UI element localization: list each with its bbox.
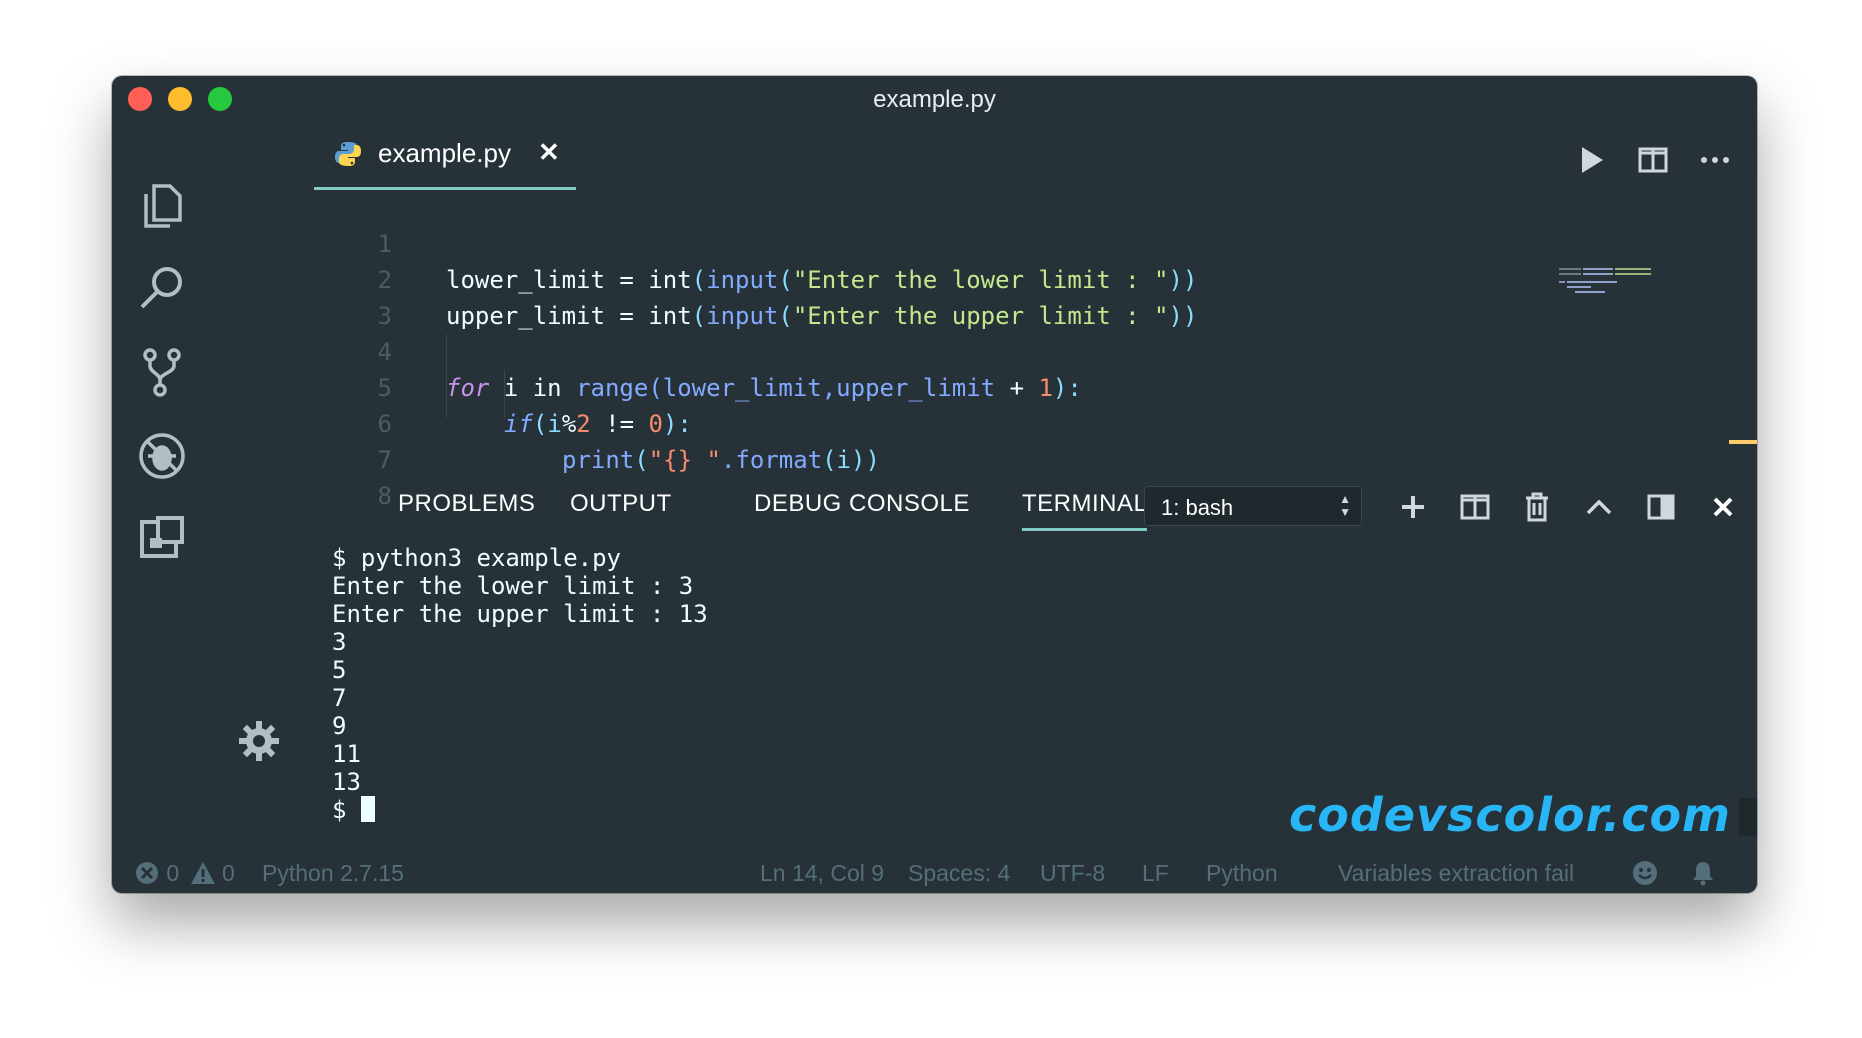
activity-bar xyxy=(112,120,212,859)
tab-problems[interactable]: PROBLEMS xyxy=(398,490,535,518)
split-terminal-icon[interactable] xyxy=(1458,490,1492,524)
terminal-line: 7 xyxy=(332,684,347,712)
tab-terminal[interactable]: TERMINAL xyxy=(1022,490,1148,531)
editor-window: example.py example.py ✕ 1 lower_limit = … xyxy=(112,76,1757,893)
editor-actions xyxy=(1573,142,1743,178)
code-line: 1 lower_limit = int(input("Enter the low… xyxy=(212,190,1412,294)
terminal-line: 5 xyxy=(332,656,347,684)
terminal-select[interactable]: 1: bash ▲ ▼ xyxy=(1144,486,1362,526)
terminal-line: Enter the lower limit : 3 xyxy=(332,572,694,600)
gear-icon[interactable] xyxy=(236,718,282,764)
plus-icon[interactable] xyxy=(1396,490,1430,524)
source-control-icon[interactable] xyxy=(136,346,188,398)
line-ending[interactable]: LF xyxy=(1142,860,1169,887)
title-bar: example.py xyxy=(112,76,1757,120)
run-icon[interactable] xyxy=(1573,142,1609,178)
more-icon[interactable] xyxy=(1697,142,1733,178)
tab-example-py[interactable]: example.py ✕ xyxy=(314,120,576,190)
python-interpreter[interactable]: Python 2.7.15 xyxy=(262,860,404,887)
warning-count: 0 xyxy=(221,860,235,886)
status-message: Variables extraction fail xyxy=(1338,860,1575,886)
extensions-icon[interactable] xyxy=(136,512,188,564)
tab-label: example.py xyxy=(378,138,511,168)
code-line: 6 print("{} ".format(i)) xyxy=(212,370,1412,474)
terminal-output[interactable]: $ python3 example.py Enter the lower limi… xyxy=(332,544,708,824)
code-editor[interactable]: 1 lower_limit = int(input("Enter the low… xyxy=(212,190,1757,510)
terminal-line: 9 xyxy=(332,712,347,740)
indentation[interactable]: Spaces: 4 xyxy=(908,860,1010,887)
close-tab-icon[interactable]: ✕ xyxy=(538,137,560,168)
window-title: example.py xyxy=(873,86,996,113)
trash-icon[interactable] xyxy=(1520,490,1554,524)
terminal-line: 3 xyxy=(332,628,347,656)
terminal-line: 13 xyxy=(332,768,361,796)
problems-status[interactable]: 0 0 xyxy=(134,860,235,887)
terminal-prompt-line: $ xyxy=(332,796,708,824)
error-icon xyxy=(136,862,158,884)
scrollbar-marker xyxy=(1729,440,1757,444)
code-line: 7 xyxy=(212,406,1412,474)
status-bar: 0 0 Python 2.7.15 Ln 14, Col 9 Spaces: 4… xyxy=(112,853,1757,893)
search-icon[interactable] xyxy=(136,262,188,314)
warning-icon xyxy=(190,862,215,884)
editor-tabs: example.py ✕ xyxy=(212,120,1757,190)
tab-debug-console[interactable]: DEBUG CONSOLE xyxy=(754,490,970,518)
watermark: codevscolor.com xyxy=(1288,788,1731,842)
cursor-position[interactable]: Ln 14, Col 9 xyxy=(760,860,884,887)
code-line: 3 xyxy=(212,262,1412,330)
maximize-panel-icon[interactable] xyxy=(1644,490,1678,524)
terminal-line: $ python3 example.py xyxy=(332,544,621,572)
close-icon[interactable] xyxy=(1706,490,1740,524)
code-line: 4 for i in range(lower_limit,upper_limit… xyxy=(212,298,1412,402)
python-file-icon xyxy=(335,142,361,166)
smiley-icon[interactable] xyxy=(1632,860,1658,887)
bell-icon[interactable] xyxy=(1690,860,1716,887)
files-icon[interactable] xyxy=(136,180,188,232)
terminal-cursor xyxy=(360,796,375,822)
encoding[interactable]: UTF-8 xyxy=(1040,860,1105,887)
chevron-up-icon[interactable] xyxy=(1582,490,1616,524)
language-mode[interactable]: Python xyxy=(1206,860,1278,887)
select-arrows-icon: ▲ ▼ xyxy=(1339,492,1351,519)
terminal-scrollbar[interactable] xyxy=(1739,798,1757,836)
code-line: 2 upper_limit = int(input("Enter the upp… xyxy=(212,226,1412,330)
bottom-panel: PROBLEMS OUTPUT DEBUG CONSOLE TERMINAL 1… xyxy=(212,470,1757,859)
code-line: 5 if(i%2 != 0): xyxy=(212,334,1412,438)
terminal-line: Enter the upper limit : 13 xyxy=(332,600,708,628)
minimap[interactable] xyxy=(1559,266,1669,296)
tab-output[interactable]: OUTPUT xyxy=(570,490,672,518)
error-count: 0 xyxy=(166,860,180,886)
debug-icon[interactable] xyxy=(136,430,188,482)
split-editor-icon[interactable] xyxy=(1635,142,1671,178)
terminal-line: 11 xyxy=(332,740,361,768)
